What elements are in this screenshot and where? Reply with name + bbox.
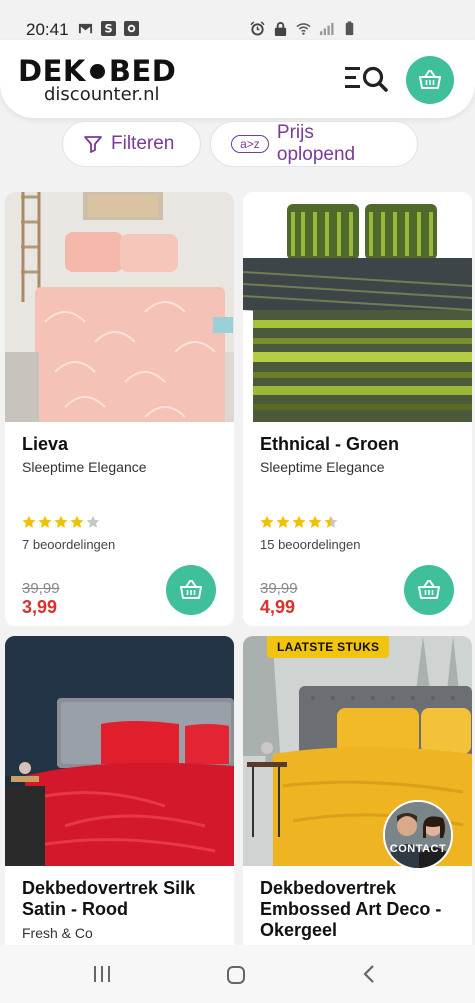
- wifi-icon: [296, 23, 311, 35]
- product-card[interactable]: LAATSTE STUKS Dekbedovertrek Embossed Ar…: [243, 636, 472, 956]
- basket-icon: [418, 580, 440, 599]
- back-icon[interactable]: [362, 965, 376, 983]
- logo-dot: [89, 63, 105, 79]
- battery-icon: [345, 21, 354, 36]
- product-title[interactable]: Lieva: [22, 434, 227, 455]
- product-brand: Sleeptime Elegance: [22, 459, 147, 475]
- alarm-icon: [250, 21, 265, 36]
- review-count[interactable]: 15 beoordelingen: [260, 537, 360, 552]
- funnel-icon: [84, 136, 102, 153]
- rating-stars: [260, 515, 338, 529]
- logo-dek: DEK: [18, 54, 86, 88]
- header-cart-button[interactable]: [406, 56, 454, 104]
- basket-icon: [419, 70, 441, 89]
- star-full-icon: [260, 515, 274, 528]
- star-full-icon: [38, 515, 52, 528]
- site-logo[interactable]: DEK BED discounter.nl: [18, 56, 176, 104]
- s-app-icon: S: [101, 21, 116, 36]
- gmail-icon: [78, 23, 93, 34]
- recent-apps-icon[interactable]: [93, 965, 111, 983]
- star-empty-icon: [86, 515, 100, 528]
- current-price: 3,99: [22, 597, 58, 617]
- contact-button[interactable]: CONTACT: [383, 800, 453, 870]
- product-card[interactable]: Dekbedovertrek Silk Satin - Rood Fresh &…: [5, 636, 234, 956]
- star-full-icon: [70, 515, 84, 528]
- add-to-cart-button[interactable]: [166, 565, 216, 615]
- contact-label: CONTACT: [389, 843, 447, 855]
- sort-button[interactable]: a>z Prijs oplopend: [210, 121, 418, 167]
- filter-bar: Filteren a>z Prijs oplopend: [62, 121, 418, 167]
- last-items-badge: LAATSTE STUKS: [267, 636, 390, 658]
- lock-icon: [274, 22, 287, 36]
- product-title[interactable]: Dekbedovertrek Silk Satin - Rood: [22, 878, 227, 920]
- review-count[interactable]: 7 beoordelingen: [22, 537, 115, 552]
- site-header: DEK BED discounter.nl: [0, 40, 475, 118]
- product-title[interactable]: Dekbedovertrek Embossed Art Deco - Okerg…: [260, 878, 465, 941]
- product-image[interactable]: [5, 636, 234, 866]
- star-full-icon: [292, 515, 306, 528]
- logo-bed: BED: [108, 54, 177, 88]
- product-brand: Fresh & Co: [22, 925, 93, 941]
- status-left-icons: S: [78, 21, 139, 36]
- current-price: 4,99: [260, 597, 296, 617]
- basket-icon: [180, 580, 202, 599]
- old-price: 39,99: [260, 580, 298, 597]
- star-full-icon: [22, 515, 36, 528]
- product-brand: Sleeptime Elegance: [260, 459, 385, 475]
- signal-icon: [319, 22, 334, 36]
- star-full-icon: [276, 515, 290, 528]
- logo-subtitle: discounter.nl: [44, 84, 160, 105]
- sort-label: Prijs oplopend: [276, 122, 356, 165]
- menu-search-icon[interactable]: [343, 62, 391, 94]
- star-half-icon: [324, 515, 338, 528]
- logo-wordmark: DEK BED: [18, 56, 176, 86]
- rating-stars: [22, 515, 100, 529]
- star-full-icon: [54, 515, 68, 528]
- old-price: 39,99: [22, 580, 60, 597]
- home-icon[interactable]: [226, 965, 246, 985]
- camera-app-icon: [124, 21, 139, 36]
- system-nav-bar: [0, 945, 475, 1003]
- product-title[interactable]: Ethnical - Groen: [260, 434, 465, 455]
- product-card[interactable]: Lieva Sleeptime Elegance 7 beoordelingen…: [5, 192, 234, 626]
- sort-az-icon: a>z: [231, 135, 269, 153]
- add-to-cart-button[interactable]: [404, 565, 454, 615]
- status-right-icons: [250, 21, 357, 36]
- status-time: 20:41: [26, 20, 69, 39]
- product-image[interactable]: [5, 192, 234, 422]
- svg-text:S: S: [104, 23, 112, 36]
- status-bar: 20:41 S: [0, 0, 475, 40]
- star-full-icon: [308, 515, 322, 528]
- filter-button[interactable]: Filteren: [62, 121, 201, 167]
- product-image[interactable]: [243, 192, 472, 422]
- product-card[interactable]: Ethnical - Groen Sleeptime Elegance 15 b…: [243, 192, 472, 626]
- filter-label: Filteren: [111, 133, 175, 154]
